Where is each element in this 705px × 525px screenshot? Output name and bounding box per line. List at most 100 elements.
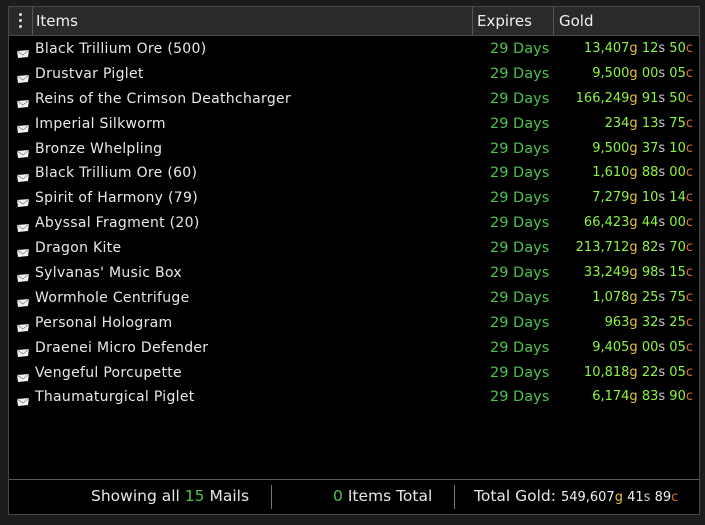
copper-unit: c [685,140,693,156]
silver-amount: 88 [641,165,659,181]
item-name: Draenei Micro Defender [35,339,209,356]
silver-unit: s [658,240,666,256]
gold-amount: 7,279 [592,190,630,206]
item-expires: 29 Days [490,364,550,381]
item-gold-value: 166,249g 91s 50c [576,91,693,106]
item-gold-value: 1,610g 88s 00c [592,165,693,180]
table-row[interactable]: Reins of the Crimson Deathcharger 29 Days… [9,87,699,112]
item-gold-value: 6,174g 83s 90c [592,389,693,404]
mail-envelope-icon [16,146,30,158]
gold-unit: g [629,289,638,305]
copper-amount: 00 [669,165,686,181]
gold-amount: 66,423 [583,215,630,231]
gold-amount: 166,249 [575,90,630,106]
table-row[interactable]: Sylvanas' Music Box 29 Days 33,249g 98s 15… [9,261,699,286]
item-expires: 29 Days [490,265,550,282]
table-row[interactable]: Black Trillium Ore (60) 29 Days 1,610g 88s… [9,161,699,186]
silver-unit: s [658,289,666,305]
column-header-gold[interactable]: Gold [554,7,701,35]
gold-unit: g [629,165,638,181]
gold-unit: g [629,215,638,231]
table-row[interactable]: Bronze Whelpling 29 Days 9,500g 37s 10c [9,137,699,162]
gold-amount: 1,078 [592,289,630,305]
column-header-expires[interactable]: Expires [473,7,554,35]
item-name: Personal Hologram [35,314,173,331]
table-row[interactable]: Drustvar Piglet 29 Days 9,500g 00s 05c [9,62,699,87]
mail-rows: Black Trillium Ore (500) 29 Days 13,407g 1… [9,37,699,410]
copper-unit: c [685,240,693,256]
table-row[interactable]: Wormhole Centrifuge 29 Days 1,078g 25s 75c [9,286,699,311]
silver-unit: s [658,115,666,131]
column-menu-button[interactable] [9,7,33,35]
mail-envelope-icon [16,121,30,133]
copper-amount: 50 [669,90,686,106]
item-gold-value: 66,423g 44s 00c [584,215,693,230]
table-row[interactable]: Vengeful Porcupette 29 Days 10,818g 22s 05… [9,361,699,386]
item-gold-value: 9,500g 37s 10c [592,141,693,156]
mail-envelope-icon [16,195,30,208]
gold-unit: g [629,364,638,380]
silver-amount: 98 [641,265,659,281]
copper-unit: c [685,115,693,131]
item-expires: 29 Days [490,140,550,157]
item-expires: 29 Days [490,190,550,207]
item-gold-value: 10,818g 22s 05c [584,365,693,380]
item-gold-value: 9,500g 00s 05c [592,66,693,81]
mail-count-summary: Showing all 15 Mails [91,487,249,505]
item-name: Dragon Kite [35,240,122,257]
item-name: Spirit of Harmony (79) [35,190,198,207]
table-row[interactable]: Thaumaturgical Piglet 29 Days 6,174g 83s 9… [9,385,699,410]
silver-unit: s [658,389,666,405]
gold-unit: g [629,339,638,355]
gold-amount: 33,249 [583,265,630,281]
copper-amount: 75 [669,115,686,131]
total-silver-amount: 41 [627,490,644,505]
table-row[interactable]: Draenei Micro Defender 29 Days 9,405g 00s … [9,336,699,361]
item-expires: 29 Days [490,389,550,406]
mail-envelope-icon [16,345,30,357]
table-row[interactable]: Personal Hologram 29 Days 963g 32s 25c [9,311,699,336]
silver-amount: 00 [641,339,659,355]
silver-amount: 22 [641,364,659,380]
table-row[interactable]: Spirit of Harmony (79) 29 Days 7,279g 10s … [9,186,699,211]
table-row[interactable]: Imperial Silkworm 29 Days 234g 13s 75c [9,112,699,137]
mail-envelope-icon [16,270,30,283]
copper-unit: c [685,165,693,181]
copper-unit: c [685,41,693,56]
table-row[interactable]: Abyssal Fragment (20) 29 Days 66,423g 44s … [9,211,699,236]
column-header-items[interactable]: Items [33,7,473,35]
items-total-summary: 0 Items Total [333,487,432,505]
gold-unit: g [629,115,638,131]
silver-unit: s [658,265,666,281]
gold-amount: 234 [604,115,630,131]
silver-amount: 25 [641,289,659,305]
gold-amount: 1,610 [592,165,630,181]
item-expires: 29 Days [490,215,550,232]
item-name: Abyssal Fragment (20) [35,215,200,232]
table-row[interactable]: Black Trillium Ore (500) 29 Days 13,407g 1… [9,37,699,62]
showing-suffix: Mails [209,487,250,505]
item-gold-value: 213,712g 82s 70c [576,240,693,255]
mail-envelope-icon [16,320,30,332]
silver-amount: 37 [641,140,659,156]
kebab-menu-icon [19,13,22,28]
item-name: Drustvar Piglet [35,65,144,82]
item-name: Wormhole Centrifuge [35,289,190,306]
gold-amount: 963 [604,314,630,330]
silver-unit: s [658,314,666,330]
copper-unit: c [685,90,693,106]
footer-divider [454,485,455,509]
mail-envelope-icon [16,245,30,258]
copper-unit: c [685,314,693,330]
copper-unit: c [685,339,693,355]
silver-unit: s [658,364,666,380]
table-row[interactable]: Dragon Kite 29 Days 213,712g 82s 70c [9,236,699,261]
gold-amount: 9,405 [592,339,630,355]
silver-amount: 12 [641,41,659,56]
total-gold-amount: 549,607 [560,490,615,505]
gold-unit: g [629,265,638,281]
silver-amount: 13 [641,115,659,131]
item-name: Vengeful Porcupette [35,364,182,381]
gold-amount: 10,818 [583,364,630,380]
total-gold-summary: Total Gold: 549,607g 41s 89c [474,487,678,505]
